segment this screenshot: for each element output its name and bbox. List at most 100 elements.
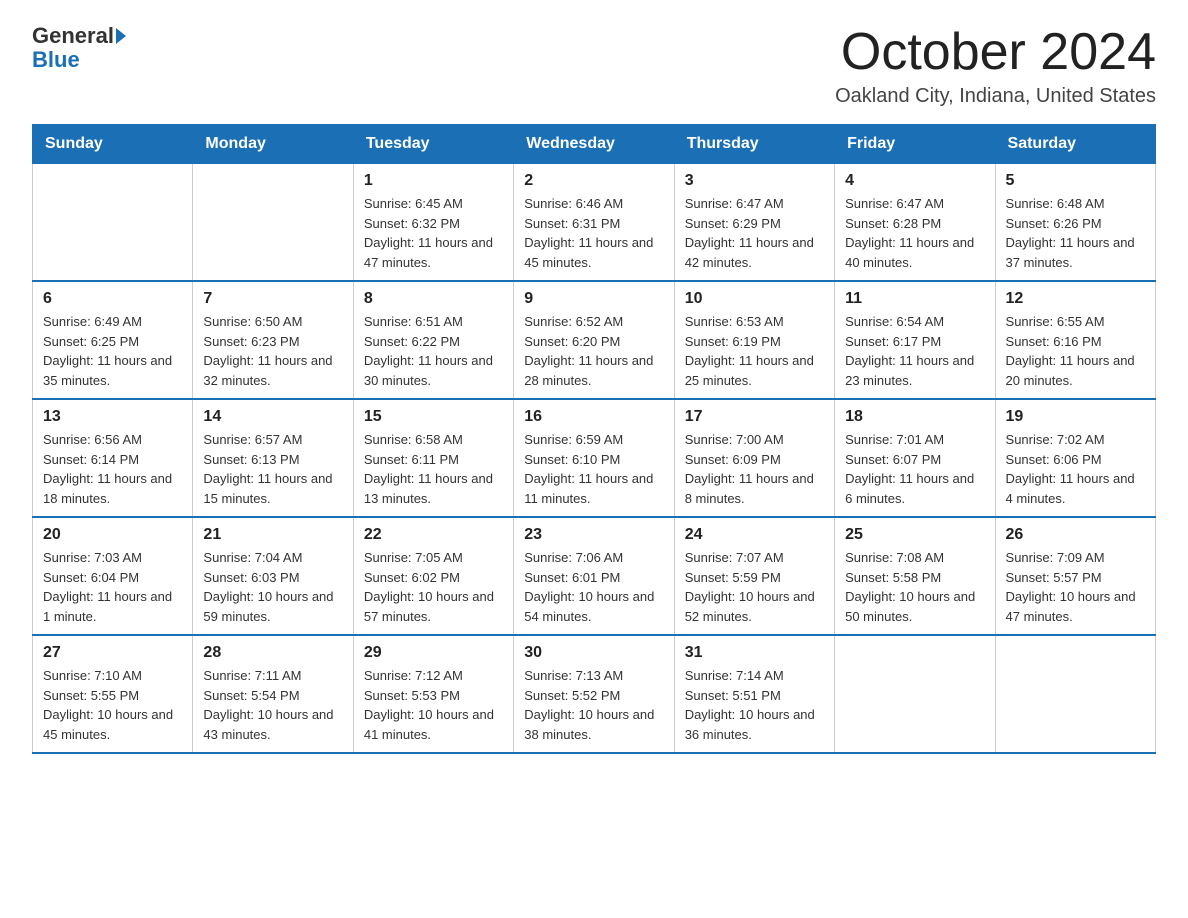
logo-blue-text: Blue bbox=[32, 48, 126, 72]
day-info-text: Sunrise: 6:57 AMSunset: 6:13 PMDaylight:… bbox=[203, 430, 342, 508]
day-number: 17 bbox=[685, 408, 824, 426]
day-info-text: Sunrise: 6:55 AMSunset: 6:16 PMDaylight:… bbox=[1006, 312, 1145, 390]
calendar-cell: 29 Sunrise: 7:12 AMSunset: 5:53 PMDayligh… bbox=[353, 635, 513, 753]
calendar-cell: 5 Sunrise: 6:48 AMSunset: 6:26 PMDaylight… bbox=[995, 164, 1155, 282]
calendar-cell: 9 Sunrise: 6:52 AMSunset: 6:20 PMDaylight… bbox=[514, 281, 674, 399]
calendar-cell: 1 Sunrise: 6:45 AMSunset: 6:32 PMDaylight… bbox=[353, 164, 513, 282]
day-number: 8 bbox=[364, 290, 503, 308]
calendar-cell bbox=[835, 635, 995, 753]
day-number: 14 bbox=[203, 408, 342, 426]
calendar-cell bbox=[33, 164, 193, 282]
day-info-text: Sunrise: 7:09 AMSunset: 5:57 PMDaylight:… bbox=[1006, 548, 1145, 626]
day-of-week-header: Thursday bbox=[674, 125, 834, 164]
day-info-text: Sunrise: 7:07 AMSunset: 5:59 PMDaylight:… bbox=[685, 548, 824, 626]
calendar-cell: 7 Sunrise: 6:50 AMSunset: 6:23 PMDaylight… bbox=[193, 281, 353, 399]
calendar-cell: 3Sunrise: 6:47 AMSunset: 6:29 PMDaylight… bbox=[674, 164, 834, 282]
day-number: 24 bbox=[685, 526, 824, 544]
calendar-cell: 28Sunrise: 7:11 AMSunset: 5:54 PMDayligh… bbox=[193, 635, 353, 753]
day-info-text: Sunrise: 7:13 AMSunset: 5:52 PMDaylight:… bbox=[524, 666, 663, 744]
day-info-text: Sunrise: 6:53 AMSunset: 6:19 PMDaylight:… bbox=[685, 312, 824, 390]
day-number: 22 bbox=[364, 526, 503, 544]
day-number: 9 bbox=[524, 290, 663, 308]
day-info-text: Sunrise: 6:56 AMSunset: 6:14 PMDaylight:… bbox=[43, 430, 182, 508]
day-info-text: Sunrise: 6:54 AMSunset: 6:17 PMDaylight:… bbox=[845, 312, 984, 390]
calendar-cell: 16Sunrise: 6:59 AMSunset: 6:10 PMDayligh… bbox=[514, 399, 674, 517]
day-number: 7 bbox=[203, 290, 342, 308]
calendar-week-row: 20 Sunrise: 7:03 AMSunset: 6:04 PMDayligh… bbox=[33, 517, 1156, 635]
day-info-text: Sunrise: 7:12 AMSunset: 5:53 PMDaylight:… bbox=[364, 666, 503, 744]
day-info-text: Sunrise: 6:51 AMSunset: 6:22 PMDaylight:… bbox=[364, 312, 503, 390]
calendar-cell: 23Sunrise: 7:06 AMSunset: 6:01 PMDayligh… bbox=[514, 517, 674, 635]
day-number: 19 bbox=[1006, 408, 1145, 426]
calendar-cell: 19 Sunrise: 7:02 AMSunset: 6:06 PMDayligh… bbox=[995, 399, 1155, 517]
day-number: 10 bbox=[685, 290, 824, 308]
logo: General Blue bbox=[32, 24, 126, 72]
calendar-header: SundayMondayTuesdayWednesdayThursdayFrid… bbox=[33, 125, 1156, 164]
day-info-text: Sunrise: 6:48 AMSunset: 6:26 PMDaylight:… bbox=[1006, 194, 1145, 272]
day-info-text: Sunrise: 6:59 AMSunset: 6:10 PMDaylight:… bbox=[524, 430, 663, 508]
calendar-cell: 31Sunrise: 7:14 AMSunset: 5:51 PMDayligh… bbox=[674, 635, 834, 753]
day-info-text: Sunrise: 6:47 AMSunset: 6:28 PMDaylight:… bbox=[845, 194, 984, 272]
day-number: 15 bbox=[364, 408, 503, 426]
calendar-cell: 26 Sunrise: 7:09 AMSunset: 5:57 PMDayligh… bbox=[995, 517, 1155, 635]
day-number: 30 bbox=[524, 644, 663, 662]
calendar-week-row: 6 Sunrise: 6:49 AMSunset: 6:25 PMDaylight… bbox=[33, 281, 1156, 399]
day-number: 5 bbox=[1006, 172, 1145, 190]
calendar-cell bbox=[193, 164, 353, 282]
day-info-text: Sunrise: 6:50 AMSunset: 6:23 PMDaylight:… bbox=[203, 312, 342, 390]
day-number: 18 bbox=[845, 408, 984, 426]
day-of-week-header: Monday bbox=[193, 125, 353, 164]
day-info-text: Sunrise: 7:00 AMSunset: 6:09 PMDaylight:… bbox=[685, 430, 824, 508]
calendar-cell: 14 Sunrise: 6:57 AMSunset: 6:13 PMDayligh… bbox=[193, 399, 353, 517]
day-of-week-header: Saturday bbox=[995, 125, 1155, 164]
location-text: Oakland City, Indiana, United States bbox=[835, 85, 1156, 108]
day-info-text: Sunrise: 7:01 AMSunset: 6:07 PMDaylight:… bbox=[845, 430, 984, 508]
day-number: 29 bbox=[364, 644, 503, 662]
day-info-text: Sunrise: 7:14 AMSunset: 5:51 PMDaylight:… bbox=[685, 666, 824, 744]
day-of-week-header: Wednesday bbox=[514, 125, 674, 164]
day-of-week-header: Friday bbox=[835, 125, 995, 164]
calendar-cell bbox=[995, 635, 1155, 753]
calendar-cell: 4Sunrise: 6:47 AMSunset: 6:28 PMDaylight… bbox=[835, 164, 995, 282]
calendar-cell: 21Sunrise: 7:04 AMSunset: 6:03 PMDayligh… bbox=[193, 517, 353, 635]
day-number: 20 bbox=[43, 526, 182, 544]
day-info-text: Sunrise: 7:08 AMSunset: 5:58 PMDaylight:… bbox=[845, 548, 984, 626]
calendar-cell: 27Sunrise: 7:10 AMSunset: 5:55 PMDayligh… bbox=[33, 635, 193, 753]
day-number: 6 bbox=[43, 290, 182, 308]
logo-arrow-icon bbox=[116, 28, 126, 44]
day-info-text: Sunrise: 6:47 AMSunset: 6:29 PMDaylight:… bbox=[685, 194, 824, 272]
calendar-week-row: 27Sunrise: 7:10 AMSunset: 5:55 PMDayligh… bbox=[33, 635, 1156, 753]
calendar-cell: 6 Sunrise: 6:49 AMSunset: 6:25 PMDaylight… bbox=[33, 281, 193, 399]
day-info-text: Sunrise: 7:03 AMSunset: 6:04 PMDaylight:… bbox=[43, 548, 182, 626]
calendar-cell: 30 Sunrise: 7:13 AMSunset: 5:52 PMDayligh… bbox=[514, 635, 674, 753]
day-number: 2 bbox=[524, 172, 663, 190]
title-block: October 2024 Oakland City, Indiana, Unit… bbox=[835, 24, 1156, 108]
calendar-cell: 17 Sunrise: 7:00 AMSunset: 6:09 PMDayligh… bbox=[674, 399, 834, 517]
calendar-cell: 22Sunrise: 7:05 AMSunset: 6:02 PMDayligh… bbox=[353, 517, 513, 635]
day-number: 1 bbox=[364, 172, 503, 190]
day-info-text: Sunrise: 6:45 AMSunset: 6:32 PMDaylight:… bbox=[364, 194, 503, 272]
calendar-cell: 18 Sunrise: 7:01 AMSunset: 6:07 PMDayligh… bbox=[835, 399, 995, 517]
calendar-week-row: 1 Sunrise: 6:45 AMSunset: 6:32 PMDaylight… bbox=[33, 164, 1156, 282]
page-header: General Blue October 2024 Oakland City, … bbox=[32, 24, 1156, 108]
day-number: 23 bbox=[524, 526, 663, 544]
day-number: 13 bbox=[43, 408, 182, 426]
day-info-text: Sunrise: 7:02 AMSunset: 6:06 PMDaylight:… bbox=[1006, 430, 1145, 508]
calendar-cell: 10 Sunrise: 6:53 AMSunset: 6:19 PMDayligh… bbox=[674, 281, 834, 399]
day-number: 26 bbox=[1006, 526, 1145, 544]
day-info-text: Sunrise: 6:58 AMSunset: 6:11 PMDaylight:… bbox=[364, 430, 503, 508]
day-info-text: Sunrise: 7:04 AMSunset: 6:03 PMDaylight:… bbox=[203, 548, 342, 626]
day-number: 25 bbox=[845, 526, 984, 544]
day-info-text: Sunrise: 7:11 AMSunset: 5:54 PMDaylight:… bbox=[203, 666, 342, 744]
day-info-text: Sunrise: 6:46 AMSunset: 6:31 PMDaylight:… bbox=[524, 194, 663, 272]
calendar-cell: 12Sunrise: 6:55 AMSunset: 6:16 PMDayligh… bbox=[995, 281, 1155, 399]
day-number: 27 bbox=[43, 644, 182, 662]
day-number: 11 bbox=[845, 290, 984, 308]
day-info-text: Sunrise: 6:49 AMSunset: 6:25 PMDaylight:… bbox=[43, 312, 182, 390]
day-info-text: Sunrise: 6:52 AMSunset: 6:20 PMDaylight:… bbox=[524, 312, 663, 390]
calendar-cell: 25 Sunrise: 7:08 AMSunset: 5:58 PMDayligh… bbox=[835, 517, 995, 635]
calendar-cell: 20 Sunrise: 7:03 AMSunset: 6:04 PMDayligh… bbox=[33, 517, 193, 635]
calendar-cell: 13 Sunrise: 6:56 AMSunset: 6:14 PMDayligh… bbox=[33, 399, 193, 517]
calendar-cell: 24 Sunrise: 7:07 AMSunset: 5:59 PMDayligh… bbox=[674, 517, 834, 635]
calendar-cell: 8 Sunrise: 6:51 AMSunset: 6:22 PMDaylight… bbox=[353, 281, 513, 399]
